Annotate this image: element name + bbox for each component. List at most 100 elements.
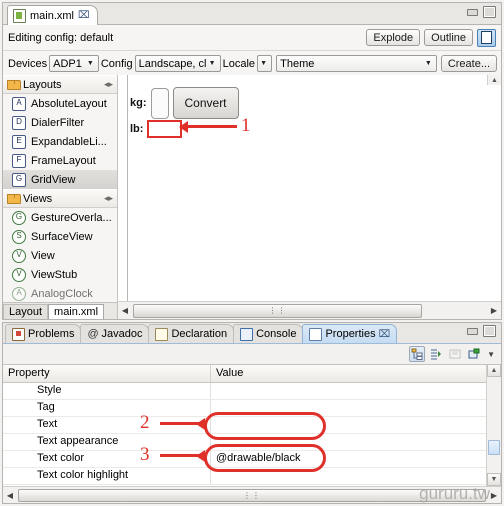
- maximize-icon[interactable]: [483, 325, 496, 337]
- locale-dropdown[interactable]: ▼: [257, 55, 273, 72]
- minimize-icon[interactable]: [467, 327, 478, 335]
- scroll-left-icon[interactable]: ◀: [3, 491, 17, 500]
- properties-vertical-scrollbar[interactable]: ▲ ▼: [486, 364, 501, 486]
- palette-item-analogclock[interactable]: A AnalogClock: [3, 284, 117, 303]
- maximize-icon[interactable]: [483, 6, 496, 18]
- palette-item-label: FrameLayout: [31, 154, 96, 167]
- lb-label: lb:: [130, 123, 144, 135]
- palette-item-surfaceview[interactable]: S SurfaceView: [3, 227, 117, 246]
- tab-label: Declaration: [171, 328, 228, 340]
- devices-label: Devices: [8, 57, 48, 70]
- device-view-icon[interactable]: [477, 28, 496, 47]
- show-categories-icon[interactable]: [409, 346, 426, 362]
- canvas-hscroll-thumb[interactable]: ⋮⋮: [133, 303, 422, 318]
- restore-default-icon[interactable]: [447, 346, 463, 362]
- widget-badge-icon: F: [12, 153, 26, 168]
- locale-label: Locale: [222, 57, 256, 70]
- palette-item-view[interactable]: V View: [3, 246, 117, 265]
- folder-icon: [7, 79, 21, 90]
- property-name: Text: [3, 417, 211, 433]
- collapse-icon[interactable]: ◂▸: [104, 193, 113, 204]
- bottom-tab-main-xml[interactable]: main.xml: [48, 304, 105, 319]
- tab-properties[interactable]: Properties ⌧: [302, 324, 398, 343]
- close-icon[interactable]: ⌧: [78, 10, 90, 21]
- palette-item-label: DialerFilter: [31, 116, 85, 129]
- problems-icon: [12, 327, 25, 341]
- tab-javadoc[interactable]: @ Javadoc: [80, 324, 150, 343]
- widget-badge-icon: A: [12, 286, 26, 301]
- properties-table-header: Property Value: [3, 365, 501, 383]
- property-value[interactable]: [211, 383, 501, 399]
- chevron-down-icon: ▼: [208, 60, 216, 67]
- new-property-icon[interactable]: [466, 346, 482, 362]
- tab-declaration[interactable]: Declaration: [148, 324, 235, 343]
- scroll-up-icon[interactable]: ▲: [487, 364, 501, 377]
- annotation-2-number: 2: [140, 412, 150, 433]
- palette-item-gestureoverlay[interactable]: G GestureOverla...: [3, 208, 117, 227]
- kg-input-row: kg: Convert: [130, 87, 239, 119]
- device-screen-preview[interactable]: kg: Convert lb: 1: [127, 75, 501, 302]
- chevron-down-icon: ▼: [260, 60, 268, 67]
- palette-item-expandablelist[interactable]: E ExpandableLi...: [3, 132, 117, 151]
- editor-window-buttons: [467, 6, 496, 18]
- devices-dropdown[interactable]: ADP1 ▼: [49, 55, 99, 72]
- widget-badge-icon: D: [12, 115, 26, 130]
- palette-group-views[interactable]: Views ◂▸: [3, 189, 117, 208]
- config-dropdown[interactable]: Landscape, cl ▼: [134, 55, 221, 72]
- lb-output-field[interactable]: [147, 120, 183, 138]
- editor-bottom-tabs: Layout main.xml: [3, 302, 117, 319]
- editing-config-label: Editing config: default: [8, 31, 114, 44]
- column-header-property[interactable]: Property: [3, 365, 211, 382]
- palette-item-viewstub[interactable]: V ViewStub: [3, 265, 117, 284]
- kg-input-field[interactable]: [150, 87, 169, 119]
- widget-badge-icon: G: [12, 210, 26, 225]
- outline-button[interactable]: Outline: [424, 29, 473, 46]
- explode-button[interactable]: Explode: [366, 29, 421, 46]
- sort-alphabetically-icon[interactable]: [428, 346, 444, 362]
- scroll-left-icon[interactable]: ◀: [118, 306, 132, 315]
- close-icon[interactable]: ⌧: [379, 329, 391, 340]
- design-canvas[interactable]: kg: Convert lb: 1 ▲: [118, 75, 501, 302]
- palette-group-layouts[interactable]: Layouts ◂▸: [3, 75, 117, 94]
- scroll-right-icon[interactable]: ▶: [487, 306, 501, 315]
- declaration-icon: [155, 327, 169, 341]
- editor-tab-strip: main.xml ⌧: [3, 3, 501, 25]
- property-name: Tag: [3, 400, 211, 416]
- bottom-tab-layout[interactable]: Layout: [3, 304, 49, 319]
- annotation-2-pill: [204, 412, 326, 440]
- annotation-3-pill: [204, 444, 326, 472]
- palette-item-label: GestureOverla...: [31, 211, 112, 224]
- collapse-icon[interactable]: ◂▸: [104, 79, 113, 90]
- annotation-2-line: [160, 422, 200, 425]
- widget-badge-icon: V: [12, 267, 26, 282]
- config-row-actions: Explode Outline: [366, 28, 496, 47]
- canvas-vertical-scrollbar[interactable]: ▲: [487, 75, 501, 85]
- palette-item-framelayout[interactable]: F FrameLayout: [3, 151, 117, 170]
- canvas-horizontal-scrollbar[interactable]: ◀ ⋮⋮ ▶: [118, 301, 501, 319]
- annotation-1-number: 1: [241, 115, 251, 136]
- properties-hscroll-thumb[interactable]: ⋮⋮: [18, 488, 486, 502]
- tab-label: Javadoc: [101, 328, 143, 340]
- tab-console[interactable]: Console: [233, 324, 304, 343]
- palette-item-dialerfilter[interactable]: D DialerFilter: [3, 113, 117, 132]
- create-button[interactable]: Create...: [440, 55, 497, 72]
- properties-view: Problems @ Javadoc Declaration Console P…: [2, 322, 502, 504]
- theme-dropdown[interactable]: Theme ▼: [276, 55, 437, 72]
- view-menu-chevron[interactable]: ▼: [485, 350, 497, 359]
- editor-tab-main-xml[interactable]: main.xml ⌧: [7, 5, 98, 25]
- console-icon: [240, 327, 254, 341]
- annotation-3-line: [160, 454, 200, 457]
- tab-problems[interactable]: Problems: [5, 324, 82, 343]
- palette-item-gridview[interactable]: G GridView: [3, 170, 117, 189]
- xml-file-icon: [13, 8, 26, 23]
- minimize-icon[interactable]: [467, 8, 478, 16]
- lb-output-row: lb:: [130, 120, 183, 138]
- properties-vscroll-thumb[interactable]: [488, 440, 500, 455]
- convert-button[interactable]: Convert: [172, 87, 239, 119]
- palette-item-label: ExpandableLi...: [31, 135, 107, 148]
- palette-item-absolutelayout[interactable]: A AbsoluteLayout: [3, 94, 117, 113]
- table-row[interactable]: Style: [3, 383, 501, 400]
- javadoc-icon: @: [87, 327, 99, 340]
- config-dropdown-value: Landscape, cl: [138, 57, 207, 70]
- column-header-value[interactable]: Value: [211, 365, 501, 382]
